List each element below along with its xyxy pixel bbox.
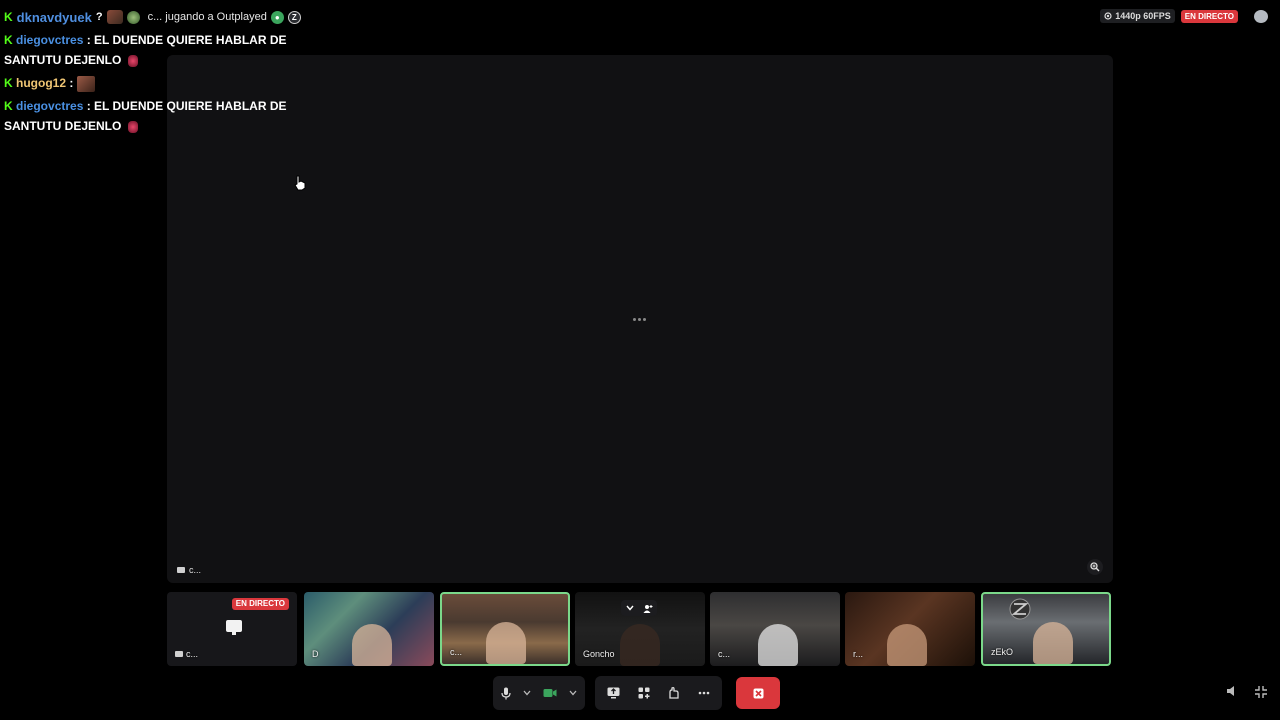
disconnect-icon	[753, 688, 763, 698]
participant-label: Goncho	[583, 649, 615, 659]
participant-name: r...	[853, 649, 864, 659]
kick-icon: K	[4, 33, 13, 47]
participant-label: c...	[450, 647, 462, 657]
channel-name[interactable]: dknavdyuek	[17, 10, 92, 25]
more-icon[interactable]	[698, 691, 710, 695]
participant-label: zEkO	[991, 647, 1013, 657]
channel-suffix: ?	[95, 11, 103, 23]
chat-text: :	[69, 76, 74, 90]
chat-username[interactable]: diegovctres	[16, 33, 83, 47]
stream-owner-label: c...	[177, 565, 201, 575]
main-stream-view[interactable]: c...	[167, 55, 1113, 583]
chat-username[interactable]: diegovctres	[16, 99, 83, 113]
chat-message: K diegovctres : EL DUENDE QUIERE HABLAR …	[4, 96, 304, 136]
kick-icon: K	[4, 10, 13, 24]
emote-icon	[127, 120, 138, 133]
header-status: 1440p 60FPS EN DIRECTO	[1100, 9, 1268, 23]
screen-icon	[177, 567, 185, 573]
minimize-fullscreen-icon[interactable]	[1254, 685, 1268, 699]
avatar	[106, 10, 123, 24]
kick-icon: K	[4, 76, 13, 90]
participant-name: c...	[450, 647, 463, 657]
chat-message: K hugog12 :	[4, 73, 304, 93]
hand-cursor-icon	[294, 175, 306, 191]
participant-tile[interactable]: r...	[845, 592, 975, 666]
game-icon: ●	[270, 10, 284, 24]
add-person-icon[interactable]	[643, 604, 653, 613]
loading-indicator	[633, 318, 646, 321]
quality-label: 1440p 60FPS	[1115, 11, 1171, 21]
app-icon: Z	[287, 10, 301, 24]
screen-share-icon	[226, 620, 242, 635]
participant-tile[interactable]: c...	[440, 592, 570, 666]
activities-icon[interactable]	[638, 687, 650, 699]
top-bar: K dknavdyuek ? c... jugando a Outplayed …	[0, 0, 1280, 32]
participant-label: c...	[718, 649, 730, 659]
activity-text: c... jugando a Outplayed	[147, 11, 267, 23]
participant-tile[interactable]: D	[304, 592, 434, 666]
participant-name: zEkO	[991, 647, 1014, 657]
screen-share-icon[interactable]	[607, 687, 620, 699]
participant-video	[887, 624, 927, 666]
microphone-icon[interactable]	[501, 687, 511, 700]
participant-video	[1033, 622, 1073, 664]
participant-name: c...	[186, 649, 199, 659]
participant-label: D	[312, 649, 319, 659]
participant-tile[interactable]: EN DIRECTO c...	[167, 592, 297, 666]
avatar	[126, 10, 140, 24]
participant-label: r...	[853, 649, 863, 659]
action-controls	[595, 676, 722, 710]
participant-label: c...	[175, 649, 198, 659]
eye-icon	[1104, 12, 1112, 20]
participant-video	[620, 624, 660, 666]
participant-name: c...	[718, 649, 731, 659]
channel-header: K dknavdyuek ? c... jugando a Outplayed …	[4, 8, 301, 26]
tile-controls[interactable]	[621, 600, 657, 616]
screen-icon	[175, 651, 183, 657]
participant-name: D	[312, 649, 319, 659]
kick-icon: K	[4, 99, 13, 113]
chat-toggle-icon[interactable]	[1254, 9, 1268, 23]
live-badge: EN DIRECTO	[231, 598, 289, 610]
volume-icon[interactable]	[1226, 685, 1238, 697]
call-controls	[493, 676, 780, 710]
emote-icon	[127, 54, 138, 67]
chevron-down-icon[interactable]	[569, 690, 577, 696]
participant-video	[758, 624, 798, 666]
chat-message: K diegovctres : EL DUENDE QUIERE HABLAR …	[4, 30, 304, 70]
camera-icon[interactable]	[543, 688, 557, 698]
chat-overlay: K diegovctres : EL DUENDE QUIERE HABLAR …	[4, 30, 304, 139]
media-controls	[493, 676, 585, 710]
participant-name: Goncho	[583, 649, 615, 659]
participant-tile[interactable]: Goncho	[575, 592, 705, 666]
zoom-button[interactable]	[1087, 559, 1103, 575]
participant-tile[interactable]: c...	[710, 592, 840, 666]
chevron-down-icon[interactable]	[523, 690, 531, 696]
app-logo-icon	[1009, 598, 1031, 620]
soundboard-icon[interactable]	[668, 687, 680, 699]
participant-video	[486, 622, 526, 664]
emote-icon	[76, 75, 95, 92]
window-controls	[1226, 685, 1268, 699]
zoom-icon	[1090, 562, 1100, 572]
disconnect-button[interactable]	[736, 677, 780, 709]
live-badge: EN DIRECTO	[1180, 9, 1238, 23]
chevron-down-icon[interactable]	[625, 605, 634, 611]
stream-owner-name: c...	[189, 565, 202, 575]
participant-video	[352, 624, 392, 666]
call-window: K dknavdyuek ? c... jugando a Outplayed …	[0, 0, 1280, 720]
stream-quality-badge: 1440p 60FPS	[1100, 9, 1175, 23]
chat-username[interactable]: hugog12	[16, 76, 66, 90]
participant-tile[interactable]: zEkO	[981, 592, 1111, 666]
participant-strip: EN DIRECTO c... D c... Goncho c... r... …	[167, 592, 1113, 666]
